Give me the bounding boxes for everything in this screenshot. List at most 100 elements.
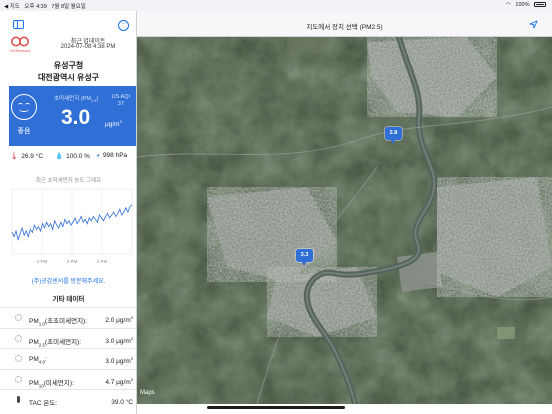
pm25-data-point (121, 214, 123, 216)
pm25-data-point (25, 230, 27, 232)
pm25-data-point (48, 226, 49, 227)
pm25-data-point (70, 224, 72, 226)
particle-icon (15, 375, 22, 383)
pm25-data-point (17, 239, 19, 240)
pm25-data-point (40, 230, 41, 232)
sidebar: ··· OOSensors 최근 업데이트 2024-07-08 4:38 PM… (0, 11, 137, 414)
logo-text: OOSensors (9, 48, 31, 53)
pm25-data-point (62, 226, 64, 227)
pm25-data-point (52, 229, 54, 230)
data-row-pm10: PM10(미세먼지): 4.7 μg/m3 (0, 368, 136, 390)
pressure-readout: ◕ 998 hPa (96, 152, 128, 159)
pm25-data-point (109, 217, 110, 219)
pm25-trend-chart: 2 PM 3 PM 4 PM (11, 188, 133, 264)
status-bar: ◀ 지도 오후 4:39 7월 8일 월요일 ◠ 100% (0, 0, 552, 11)
pm25-data-point (54, 220, 56, 222)
pm25-data-point (56, 224, 58, 226)
map-header: 지도에서 장치 선택 (PM2.5) (137, 11, 552, 37)
logo-mark (11, 36, 29, 47)
smiley-face-icon (11, 94, 37, 120)
graph-title: 최근 초미세먼지 농도 그래프 (35, 178, 102, 184)
particle-icon (15, 334, 22, 342)
pm25-data-point (123, 211, 125, 213)
pm25-data-point (66, 223, 68, 225)
status-date: 7월 8일 월요일 (51, 4, 86, 10)
location-region: 대전광역시 유성구 (37, 73, 100, 82)
pm25-data-point (34, 224, 35, 226)
pm25-data-point (101, 217, 102, 219)
device-pin[interactable]: 3.3 (296, 249, 313, 266)
pm25-data-point (103, 220, 104, 222)
pm25-data-point (68, 220, 70, 222)
status-time: 오후 4:39 (24, 4, 47, 10)
temperature-readout: 🌡 26.9 °C (10, 153, 44, 160)
pm25-data-point (90, 220, 92, 222)
update-time: 2024-07-08 4:38 PM (60, 44, 116, 50)
pm25-data-point (31, 231, 33, 233)
pm25-data-point (115, 216, 117, 217)
pm25-data-point (21, 227, 23, 229)
pm25-data-point (19, 233, 21, 235)
pm25-data-point (50, 223, 51, 225)
x-tick-label: 4 PM (97, 259, 108, 264)
home-indicator[interactable] (207, 406, 345, 409)
device-pin[interactable]: 2.8 (385, 127, 402, 144)
pm25-data-point (15, 230, 17, 232)
pm25-data-point (80, 216, 82, 217)
pm25-data-point (119, 208, 121, 210)
pm25-data-point (78, 220, 80, 222)
pm25-card: 좋음 초미세먼지 (PM2.5) US AQI 37 3.0 μg/m3 (9, 86, 136, 146)
pm25-data-point (131, 204, 133, 206)
particle-icon (15, 314, 22, 321)
pm25-data-point (105, 216, 106, 217)
x-tick-label: 2 PM (37, 259, 48, 264)
pm25-data-point (107, 213, 108, 214)
maps-attribution: Maps (140, 390, 155, 396)
other-data-title: 기타 데이터 (52, 296, 85, 303)
thermometer-icon (17, 396, 20, 403)
data-row-tac-temp: TAC 온도: 39.0 °C (0, 389, 136, 410)
pm25-data-point (42, 223, 43, 225)
pm25-data-point (44, 227, 45, 229)
more-options-icon[interactable]: ··· (118, 20, 129, 31)
pm25-data-point (99, 214, 100, 216)
x-tick-label: 3 PM (67, 259, 78, 264)
pm25-data-point (46, 221, 47, 223)
battery-percent: 100% (515, 2, 530, 8)
us-aqi: US AQI 37 (111, 94, 130, 107)
pm25-data-point (27, 236, 29, 238)
pm25-value: 3.0 (61, 106, 91, 129)
map-title: 지도에서 장치 선택 (PM2.5) (306, 24, 383, 31)
pm25-data-point (11, 231, 13, 233)
company-link[interactable]: (주)공감센서를 방문해주세요. (0, 276, 136, 285)
location-name: 유성구청 (53, 61, 84, 70)
pm25-data-point (60, 221, 62, 223)
pm25-data-point (58, 227, 60, 229)
wifi-icon: ◠ (506, 2, 511, 8)
pm25-data-point (36, 229, 37, 230)
pm25-data-point (23, 234, 25, 236)
sidebar-toggle-icon[interactable] (13, 20, 24, 29)
map-imagery[interactable] (137, 37, 552, 404)
data-row-pm25: PM2.5(초미세먼지): 3.0 μg/m3 (0, 327, 136, 349)
humidity-readout: 💧 100.0 % (55, 153, 90, 160)
back-to-maps-link[interactable]: ◀ 지도 (4, 4, 20, 10)
data-row-pm1: PM1.0(초초미세먼지): 2.0 μg/m3 (0, 307, 136, 328)
pm25-data-point (93, 216, 94, 217)
air-quality-grade: 좋음 (17, 128, 31, 135)
battery-icon (534, 2, 546, 7)
pm25-data-point (84, 218, 86, 220)
pm25-data-point (97, 221, 98, 223)
pm25-data-point (13, 236, 15, 238)
pm25-data-point (129, 205, 131, 207)
pm25-data-point (86, 223, 88, 225)
satellite-map[interactable]: 2.8 3.3 (137, 37, 552, 404)
gauge-icon: ◕ (96, 152, 100, 159)
pm25-data-point (95, 218, 96, 220)
location-arrow-icon[interactable] (529, 20, 538, 29)
pm25-data-point (111, 214, 113, 216)
water-drop-icon: 💧 (55, 153, 64, 160)
pm25-data-point (82, 221, 84, 223)
pm25-data-point (113, 211, 115, 213)
pm25-data-point (29, 229, 31, 230)
